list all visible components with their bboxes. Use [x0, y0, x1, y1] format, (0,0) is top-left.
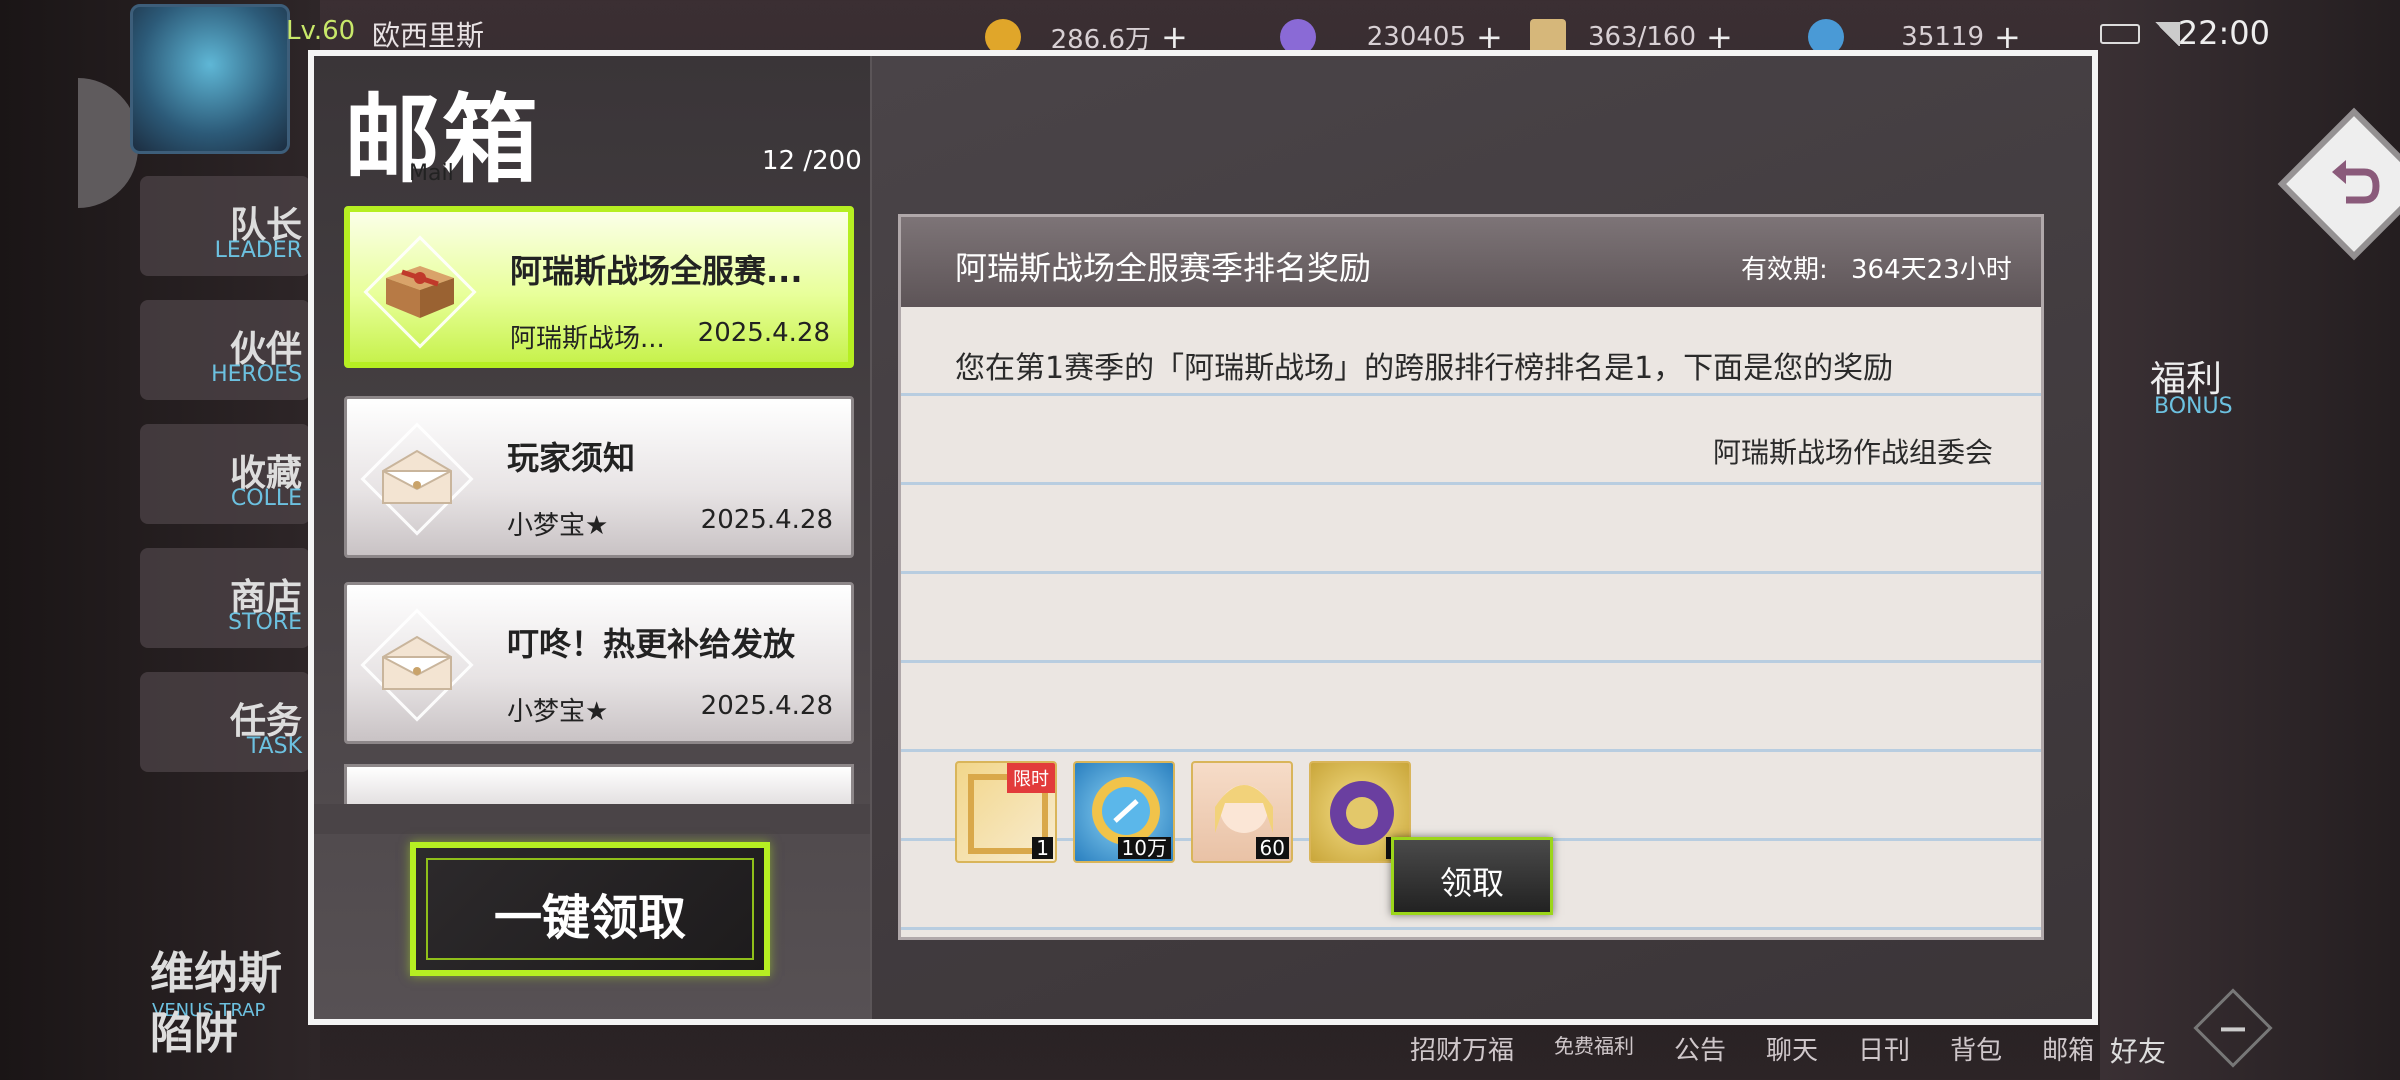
- nav-bag[interactable]: 背包: [1950, 1030, 2002, 1067]
- gift-box-icon: [386, 266, 454, 318]
- validity-label: 有效期:: [1741, 255, 1828, 285]
- mail-item[interactable]: 叮咚！热更补给发放 小梦宝★ 2025.4.28: [344, 582, 854, 744]
- nav-friends[interactable]: 好友: [2110, 1030, 2166, 1070]
- mailbox-dialog: 邮箱 Mail 12 /200 阿瑞斯战场全服赛... 阿瑞斯战场... 202…: [308, 50, 2400, 1025]
- claim-button[interactable]: 领取: [1391, 837, 1553, 915]
- mail-item[interactable]: 玩家须知 小梦宝★ 2025.4.28: [344, 396, 854, 558]
- open-envelope-icon: [382, 635, 452, 690]
- nav-mail[interactable]: 邮箱: [2042, 1030, 2094, 1067]
- menu-collection[interactable]: 收藏 COLLE: [140, 424, 310, 524]
- bottom-nav: 招财万福 免费福利 公告 聊天 日刊 背包 邮箱: [1410, 1030, 2094, 1067]
- mail-title: 叮咚！热更补给发放: [507, 625, 796, 663]
- venus-trap-label-2: 陷阱: [150, 1008, 238, 1059]
- reward-item[interactable]: 60: [1191, 761, 1293, 863]
- mail-detail-header: 阿瑞斯战场全服赛季排名奖励 有效期: 364天23小时: [901, 217, 2041, 307]
- nav-chat[interactable]: 聊天: [1766, 1030, 1818, 1067]
- mail-message: 您在第1赛季的「阿瑞斯战场」的跨服排行榜排名是1，下面是您的奖励: [955, 351, 1894, 386]
- menu-store[interactable]: 商店 STORE: [140, 548, 310, 648]
- venus-trap-label[interactable]: 维纳斯: [150, 950, 282, 998]
- nav-fortune[interactable]: 招财万福: [1410, 1030, 1514, 1067]
- back-button[interactable]: [2284, 114, 2400, 254]
- mail-count: 12 /200: [762, 146, 862, 176]
- battery-icon: [2100, 24, 2140, 44]
- nav-free-welfare[interactable]: 免费福利: [1554, 1030, 1634, 1067]
- mailbox-subtitle: Mail: [409, 161, 454, 186]
- reward-qty: 10万: [1117, 837, 1171, 859]
- player-level: Lv.60: [286, 16, 356, 46]
- mail-title: 阿瑞斯战场全服赛...: [510, 252, 803, 290]
- nav-daily[interactable]: 日刊: [1858, 1030, 1910, 1067]
- open-envelope-icon: [382, 449, 452, 504]
- return-arrow-icon: [2332, 160, 2380, 204]
- limited-badge: 限时: [1007, 763, 1055, 793]
- mail-title: 玩家须知: [507, 439, 636, 477]
- menu-leader[interactable]: 队长 LEADER: [140, 176, 310, 276]
- menu-heroes[interactable]: 伙伴 HEROES: [140, 300, 310, 400]
- mail-item-selected[interactable]: 阿瑞斯战场全服赛... 阿瑞斯战场... 2025.4.28: [344, 206, 854, 368]
- player-name: 欧西里斯: [372, 19, 485, 52]
- background-left: [0, 0, 320, 1080]
- mail-sender: 小梦宝★: [507, 697, 609, 727]
- reward-qty: 1: [1032, 837, 1053, 859]
- mail-sender: 小梦宝★: [507, 511, 609, 541]
- menu-task[interactable]: 任务 TASK: [140, 672, 310, 772]
- mail-list-panel: 邮箱 Mail 12 /200 阿瑞斯战场全服赛... 阿瑞斯战场... 202…: [314, 56, 870, 1019]
- nav-notice[interactable]: 公告: [1674, 1030, 1726, 1067]
- mail-date: 2025.4.28: [697, 318, 830, 348]
- reward-item[interactable]: 限时 1: [955, 761, 1057, 863]
- signal-icon: [2154, 22, 2180, 46]
- mail-detail-title: 阿瑞斯战场全服赛季排名奖励: [955, 249, 1372, 287]
- mail-date: 2025.4.28: [700, 505, 833, 535]
- mail-date: 2025.4.28: [700, 691, 833, 721]
- claim-all-button[interactable]: 一键领取: [410, 842, 770, 976]
- mail-signature: 阿瑞斯战场作战组委会: [1712, 436, 1993, 469]
- menu-bonus[interactable]: 福利 BONUS: [2130, 280, 2280, 440]
- player-avatar[interactable]: [130, 4, 290, 154]
- reward-item[interactable]: 10万: [1073, 761, 1175, 863]
- clock: 22:00: [2177, 14, 2270, 52]
- mail-detail-paper: 阿瑞斯战场全服赛季排名奖励 有效期: 364天23小时 您在第1赛季的「阿瑞斯战…: [898, 214, 2044, 940]
- validity-value: 364天23小时: [1851, 255, 2012, 285]
- mail-sender: 阿瑞斯战场...: [510, 324, 665, 354]
- reward-qty: 60: [1255, 837, 1289, 859]
